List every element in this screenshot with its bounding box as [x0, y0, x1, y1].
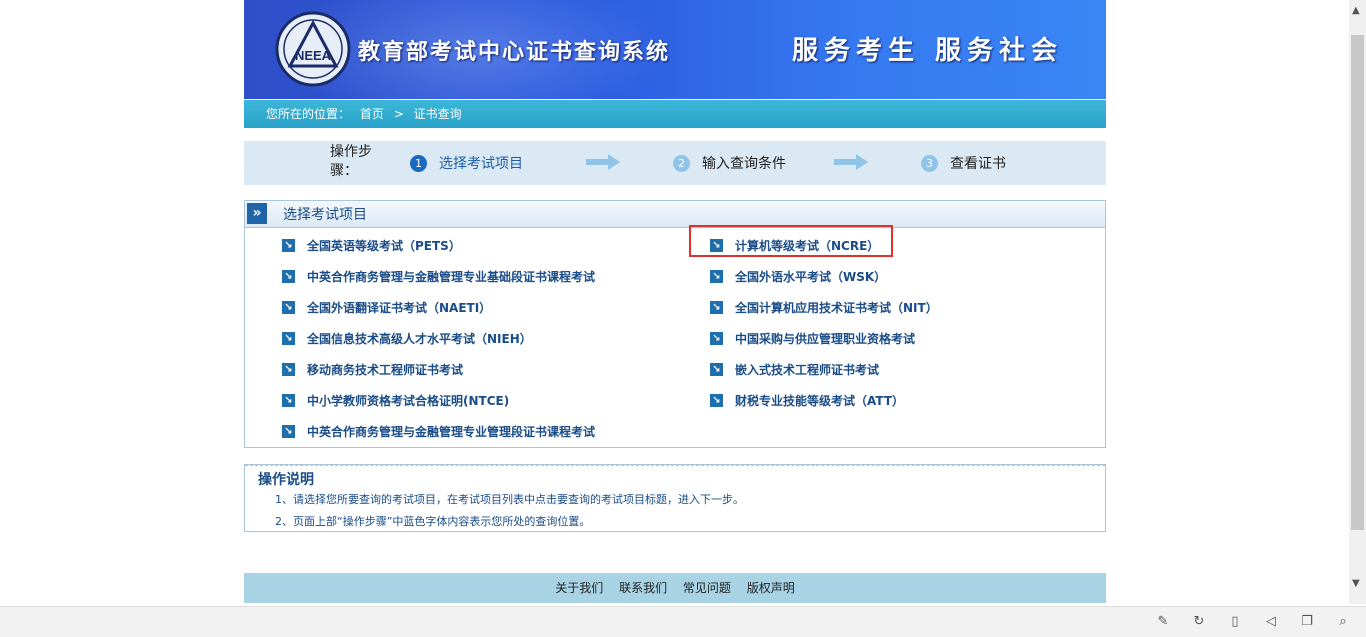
step-1-label: 选择考试项目: [439, 156, 523, 172]
exam-selection-panel: » 选择考试项目 ↘ 全国英语等级考试（PETS） ↘ 中英合作商务管理与金融管…: [244, 200, 1106, 448]
exam-link-mobile-commerce[interactable]: ↘ 移动商务技术工程师证书考试: [282, 361, 463, 378]
exam-panel-title: 选择考试项目: [283, 207, 367, 223]
arrow-right-icon: [586, 154, 620, 170]
exam-link-label: 全国英语等级考试（PETS）: [307, 239, 461, 253]
exam-link-sino-british-management[interactable]: ↘ 中英合作商务管理与金融管理专业管理段证书课程考试: [282, 423, 595, 440]
arrow-down-right-icon: ↘: [710, 394, 723, 407]
breadcrumb: 您所在的位置： 首页 > 证书查询: [244, 100, 1106, 128]
exam-link-label: 中国采购与供应管理职业资格考试: [735, 332, 916, 346]
scroll-down-icon[interactable]: ▼: [1352, 578, 1360, 589]
arrow-down-right-icon: ↘: [710, 332, 723, 345]
exam-link-att[interactable]: ↘ 财税专业技能等级考试（ATT）: [710, 392, 904, 409]
dashed-divider: [245, 465, 1105, 466]
exam-link-label: 全国计算机应用技术证书考试（NIT）: [735, 301, 938, 315]
step-2-number: 2: [673, 154, 690, 172]
exam-link-naeti[interactable]: ↘ 全国外语翻译证书考试（NAETI）: [282, 299, 491, 316]
arrow-down-right-icon: ↘: [282, 363, 295, 376]
arrow-down-right-icon: ↘: [710, 270, 723, 283]
footer-link-contact[interactable]: 联系我们: [619, 581, 667, 595]
exam-link-embedded[interactable]: ↘ 嵌入式技术工程师证书考试: [710, 361, 879, 378]
arrow-down-right-icon: ↘: [282, 332, 295, 345]
breadcrumb-home-link[interactable]: 首页: [360, 107, 384, 121]
breadcrumb-current: 证书查询: [413, 107, 462, 121]
step-2: 2 输入查询条件: [673, 153, 786, 173]
highlight-box: [689, 225, 893, 257]
breadcrumb-separator: >: [393, 107, 404, 121]
double-chevron-icon: »: [247, 203, 267, 224]
trash-icon[interactable]: ▯: [1226, 614, 1244, 630]
exam-link-label: 全国信息技术高级人才水平考试（NIEH）: [307, 332, 532, 346]
banner-slogan: 服务考生 服务社会: [792, 36, 1064, 66]
vertical-scrollbar[interactable]: ▲ ▼: [1349, 0, 1366, 604]
exam-link-label: 全国外语水平考试（WSK）: [735, 270, 887, 284]
exam-link-label: 中英合作商务管理与金融管理专业基础段证书课程考试: [307, 270, 596, 284]
logo-text: NEEA: [295, 48, 332, 63]
instructions-panel: 操作说明 1、请选择您所要查询的考试项目，在考试项目列表中点击要查询的考试项目标…: [244, 464, 1106, 532]
exam-link-wsk[interactable]: ↘ 全国外语水平考试（WSK）: [710, 268, 886, 285]
footer: 关于我们 联系我们 常见问题 版权声明: [244, 573, 1106, 603]
exam-link-label: 中英合作商务管理与金融管理专业管理段证书课程考试: [307, 425, 596, 439]
step-1: 1 选择考试项目: [410, 153, 523, 173]
zoom-icon[interactable]: ⌕: [1334, 614, 1352, 630]
exam-link-label: 移动商务技术工程师证书考试: [307, 363, 464, 377]
arrow-down-right-icon: ↘: [282, 301, 295, 314]
arrow-down-right-icon: ↘: [282, 270, 295, 283]
exam-link-nit[interactable]: ↘ 全国计算机应用技术证书考试（NIT）: [710, 299, 938, 316]
breadcrumb-prefix: 您所在的位置：: [266, 107, 351, 121]
scroll-up-icon[interactable]: ▲: [1352, 5, 1360, 16]
system-title: 教育部考试中心证书查询系统: [358, 40, 671, 65]
exam-link-label: 全国外语翻译证书考试（NAETI）: [307, 301, 492, 315]
window-icon[interactable]: ❐: [1298, 614, 1316, 630]
arrow-down-right-icon: ↘: [710, 363, 723, 376]
instruction-line: 2、页面上部“操作步骤”中蓝色字体内容表示您所处的查询位置。: [275, 515, 591, 528]
exam-link-pets[interactable]: ↘ 全国英语等级考试（PETS）: [282, 237, 461, 254]
arrow-down-right-icon: ↘: [282, 394, 295, 407]
footer-link-about[interactable]: 关于我们: [555, 581, 603, 595]
arrow-down-right-icon: ↘: [282, 425, 295, 438]
browser-status-toolbar: ✎ ↻ ▯ ◁ ❐ ⌕: [0, 606, 1366, 637]
instruction-line: 1、请选择您所要查询的考试项目，在考试项目列表中点击要查询的考试项目标题，进入下…: [275, 493, 744, 506]
exam-link-nieh[interactable]: ↘ 全国信息技术高级人才水平考试（NIEH）: [282, 330, 532, 347]
step-3-label: 查看证书: [950, 156, 1006, 172]
exam-panel-header: » 选择考试项目: [245, 201, 1105, 228]
instructions-title: 操作说明: [258, 472, 314, 488]
pin-icon[interactable]: ✎: [1154, 614, 1172, 630]
arrow-right-icon: [834, 154, 868, 170]
step-1-number: 1: [410, 154, 427, 172]
operation-steps: 操作步骤： 1 选择考试项目 2 输入查询条件 3 查看证书: [244, 141, 1106, 185]
exam-link-label: 中小学教师资格考试合格证明(NTCE): [307, 394, 510, 408]
steps-label: 操作步骤：: [330, 144, 372, 179]
step-3-number: 3: [921, 154, 938, 172]
step-3: 3 查看证书: [921, 153, 1006, 173]
exam-link-label: 嵌入式技术工程师证书考试: [735, 363, 880, 377]
refresh-icon[interactable]: ↻: [1190, 614, 1208, 630]
neea-logo: NEEA: [275, 11, 351, 87]
exam-link-sino-british-foundation[interactable]: ↘ 中英合作商务管理与金融管理专业基础段证书课程考试: [282, 268, 595, 285]
exam-link-procurement[interactable]: ↘ 中国采购与供应管理职业资格考试: [710, 330, 915, 347]
scrollbar-thumb[interactable]: [1351, 35, 1364, 530]
arrow-down-right-icon: ↘: [282, 239, 295, 252]
step-2-label: 输入查询条件: [702, 156, 786, 172]
exam-link-label: 财税专业技能等级考试（ATT）: [735, 394, 905, 408]
arrow-down-right-icon: ↘: [710, 301, 723, 314]
footer-link-copyright[interactable]: 版权声明: [747, 581, 795, 595]
exam-link-ntce[interactable]: ↘ 中小学教师资格考试合格证明(NTCE): [282, 392, 509, 409]
header-banner: NEEA 教育部考试中心证书查询系统 服务考生 服务社会: [244, 0, 1106, 99]
footer-link-faq[interactable]: 常见问题: [683, 581, 731, 595]
speaker-icon[interactable]: ◁: [1262, 614, 1280, 630]
